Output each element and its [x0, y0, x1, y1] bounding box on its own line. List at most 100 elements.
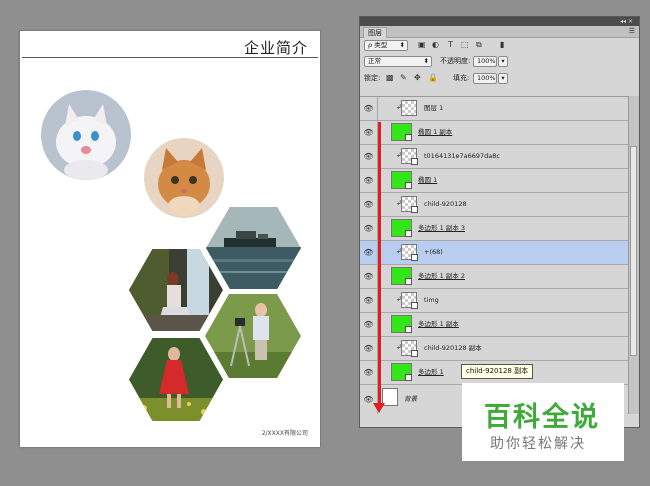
fill-dropdown-button[interactable]: ▾ — [498, 73, 508, 84]
layer-name[interactable]: 多边形 1 — [418, 361, 444, 384]
visibility-eye-icon[interactable]: 👁 — [360, 169, 378, 192]
layers-scrollbar[interactable] — [628, 96, 639, 414]
opacity-label: 不透明度: — [440, 57, 471, 65]
shape-layer-badge-icon — [405, 374, 412, 381]
visibility-eye-icon[interactable]: 👁 — [360, 217, 378, 240]
visibility-eye-icon[interactable]: 👁 — [360, 241, 378, 264]
layer-name[interactable]: 椭圆 1 副本 — [418, 121, 452, 144]
panel-tabbar: 图层 ☰ — [360, 26, 639, 38]
smart-object-badge-icon — [411, 254, 418, 261]
shape-layer-badge-icon — [405, 182, 412, 189]
layer-row-selected[interactable]: 👁 ↲ +(68) — [360, 241, 629, 265]
type-filter-icon[interactable]: T — [448, 39, 453, 51]
smart-object-badge-icon — [411, 350, 418, 357]
fill-label: 填充: — [453, 74, 470, 82]
photo-boy-camera — [205, 294, 301, 378]
opacity-dropdown-button[interactable]: ▾ — [498, 56, 508, 67]
blend-mode-select[interactable]: 正常 ⬍ — [364, 56, 432, 67]
layer-thumbnail — [401, 100, 417, 116]
page-footer: 2/XXXX有限公司 — [261, 430, 308, 437]
opacity-input[interactable]: 100% — [473, 56, 497, 67]
layer-row[interactable]: 👁 多边形 1 副本 — [360, 313, 629, 337]
lock-position-icon[interactable]: ✥ — [414, 72, 421, 84]
filter-kind-select[interactable]: ρ 类型 ⬍ — [364, 40, 408, 51]
layer-name[interactable]: 多边形 1 副本 2 — [418, 265, 465, 288]
panel-menu-icon[interactable]: ☰ — [629, 26, 635, 37]
layer-name[interactable]: timg — [424, 289, 439, 312]
smart-object-badge-icon — [411, 302, 418, 309]
visibility-eye-icon[interactable]: 👁 — [360, 337, 378, 360]
layer-row[interactable]: 👁 ↲ child-920128 — [360, 193, 629, 217]
layer-row[interactable]: 👁 ↲ 图层 1 — [360, 97, 629, 121]
filter-toggle-icon[interactable]: ▮ — [500, 39, 504, 51]
blend-mode-value: 正常 — [368, 57, 381, 65]
watermark-subtitle: 助你轻松解决 — [490, 436, 586, 452]
smart-object-badge-icon — [411, 206, 418, 213]
lock-transparency-icon[interactable]: ▩ — [386, 72, 394, 84]
scrollbar-thumb[interactable] — [630, 146, 637, 356]
photo-orange-kitten — [144, 138, 224, 218]
layer-row[interactable]: 👁 多边形 1 副本 3 — [360, 217, 629, 241]
layer-name[interactable]: 图层 1 — [424, 97, 443, 120]
visibility-eye-icon[interactable]: 👁 — [360, 121, 378, 144]
layer-row[interactable]: 👁 ↲ timg — [360, 289, 629, 313]
tab-layers[interactable]: 图层 — [363, 27, 387, 38]
layer-name[interactable]: 背景 — [404, 385, 417, 414]
chevron-down-icon: ⬍ — [399, 41, 405, 49]
page-title: 企业简介 — [243, 39, 308, 57]
fill-input[interactable]: 100% — [473, 73, 497, 84]
filter-kind-value: ρ 类型 — [368, 41, 388, 49]
shape-layer-badge-icon — [405, 278, 412, 285]
visibility-eye-icon[interactable]: 👁 — [360, 193, 378, 216]
chevron-down-icon: ▾ — [501, 57, 505, 65]
smart-object-filter-icon[interactable]: ⧉ — [476, 39, 482, 51]
shape-layer-badge-icon — [405, 230, 412, 237]
layer-row[interactable]: 👁 椭圆 1 副本 — [360, 121, 629, 145]
photo-girl-waterfall — [129, 249, 223, 331]
layer-row[interactable]: 👁 ↲ t0164131e7a6697da8c — [360, 145, 629, 169]
adjustment-filter-icon[interactable]: ◐ — [432, 39, 439, 51]
shape-filter-icon[interactable]: ⬚ — [461, 39, 469, 51]
watermark-title: 百科全说 — [484, 402, 600, 433]
visibility-eye-icon[interactable]: 👁 — [360, 289, 378, 312]
lock-row: 锁定: ▩ ✎ ✥ 🔒 填充: 100% ▾ — [360, 72, 639, 88]
layer-name[interactable]: child-920128 — [424, 193, 467, 216]
pixel-filter-icon[interactable]: ▣ — [418, 39, 426, 51]
visibility-eye-icon[interactable]: 👁 — [360, 265, 378, 288]
title-divider — [22, 57, 318, 58]
shape-layer-badge-icon — [405, 326, 412, 333]
panel-titlebar: ◂◂ × — [360, 17, 639, 26]
chevron-down-icon: ▾ — [501, 74, 505, 82]
opacity-value: 100% — [477, 57, 496, 65]
visibility-eye-icon[interactable]: 👁 — [360, 313, 378, 336]
layer-name[interactable]: 多边形 1 副本 3 — [418, 217, 465, 240]
photo-ship — [206, 207, 301, 289]
layer-name[interactable]: 多边形 1 副本 — [418, 313, 459, 336]
blend-row: 正常 ⬍ 不透明度: 100% ▾ — [360, 55, 639, 71]
visibility-eye-icon[interactable]: 👁 — [360, 361, 378, 384]
layer-name-tooltip: child-920128 副本 — [461, 364, 534, 379]
layer-name[interactable]: +(68) — [424, 241, 443, 264]
fill-value: 100% — [477, 74, 496, 82]
layer-name[interactable]: child-920128 副本 — [424, 337, 482, 360]
layer-name[interactable]: 椭圆 1 — [418, 169, 437, 192]
annotation-arrow-line — [378, 122, 381, 405]
lock-label: 锁定: — [364, 74, 381, 82]
lock-all-icon[interactable]: 🔒 — [428, 72, 438, 84]
photo-white-kitten — [41, 90, 131, 180]
watermark-logo: 百科全说 助你轻松解决 — [462, 383, 624, 461]
visibility-eye-icon[interactable]: 👁 — [360, 97, 378, 120]
layer-row[interactable]: 👁 椭圆 1 — [360, 169, 629, 193]
annotation-arrow-head — [373, 403, 385, 413]
panel-collapse-controls[interactable]: ◂◂ × — [620, 17, 633, 26]
visibility-eye-icon[interactable]: 👁 — [360, 145, 378, 168]
lock-image-icon[interactable]: ✎ — [400, 72, 407, 84]
filter-row: ρ 类型 ⬍ ▣ ◐ T ⬚ ⧉ ▮ — [360, 39, 639, 55]
smart-object-badge-icon — [411, 158, 418, 165]
layer-row[interactable]: 👁 ↲ child-920128 副本 — [360, 337, 629, 361]
chevron-down-icon: ⬍ — [423, 57, 429, 65]
layer-row[interactable]: 👁 多边形 1 副本 2 — [360, 265, 629, 289]
document-page: 企业简介 2/XXXX有限公司 — [20, 31, 320, 447]
shape-layer-badge-icon — [405, 134, 412, 141]
layer-name[interactable]: t0164131e7a6697da8c — [424, 145, 500, 168]
